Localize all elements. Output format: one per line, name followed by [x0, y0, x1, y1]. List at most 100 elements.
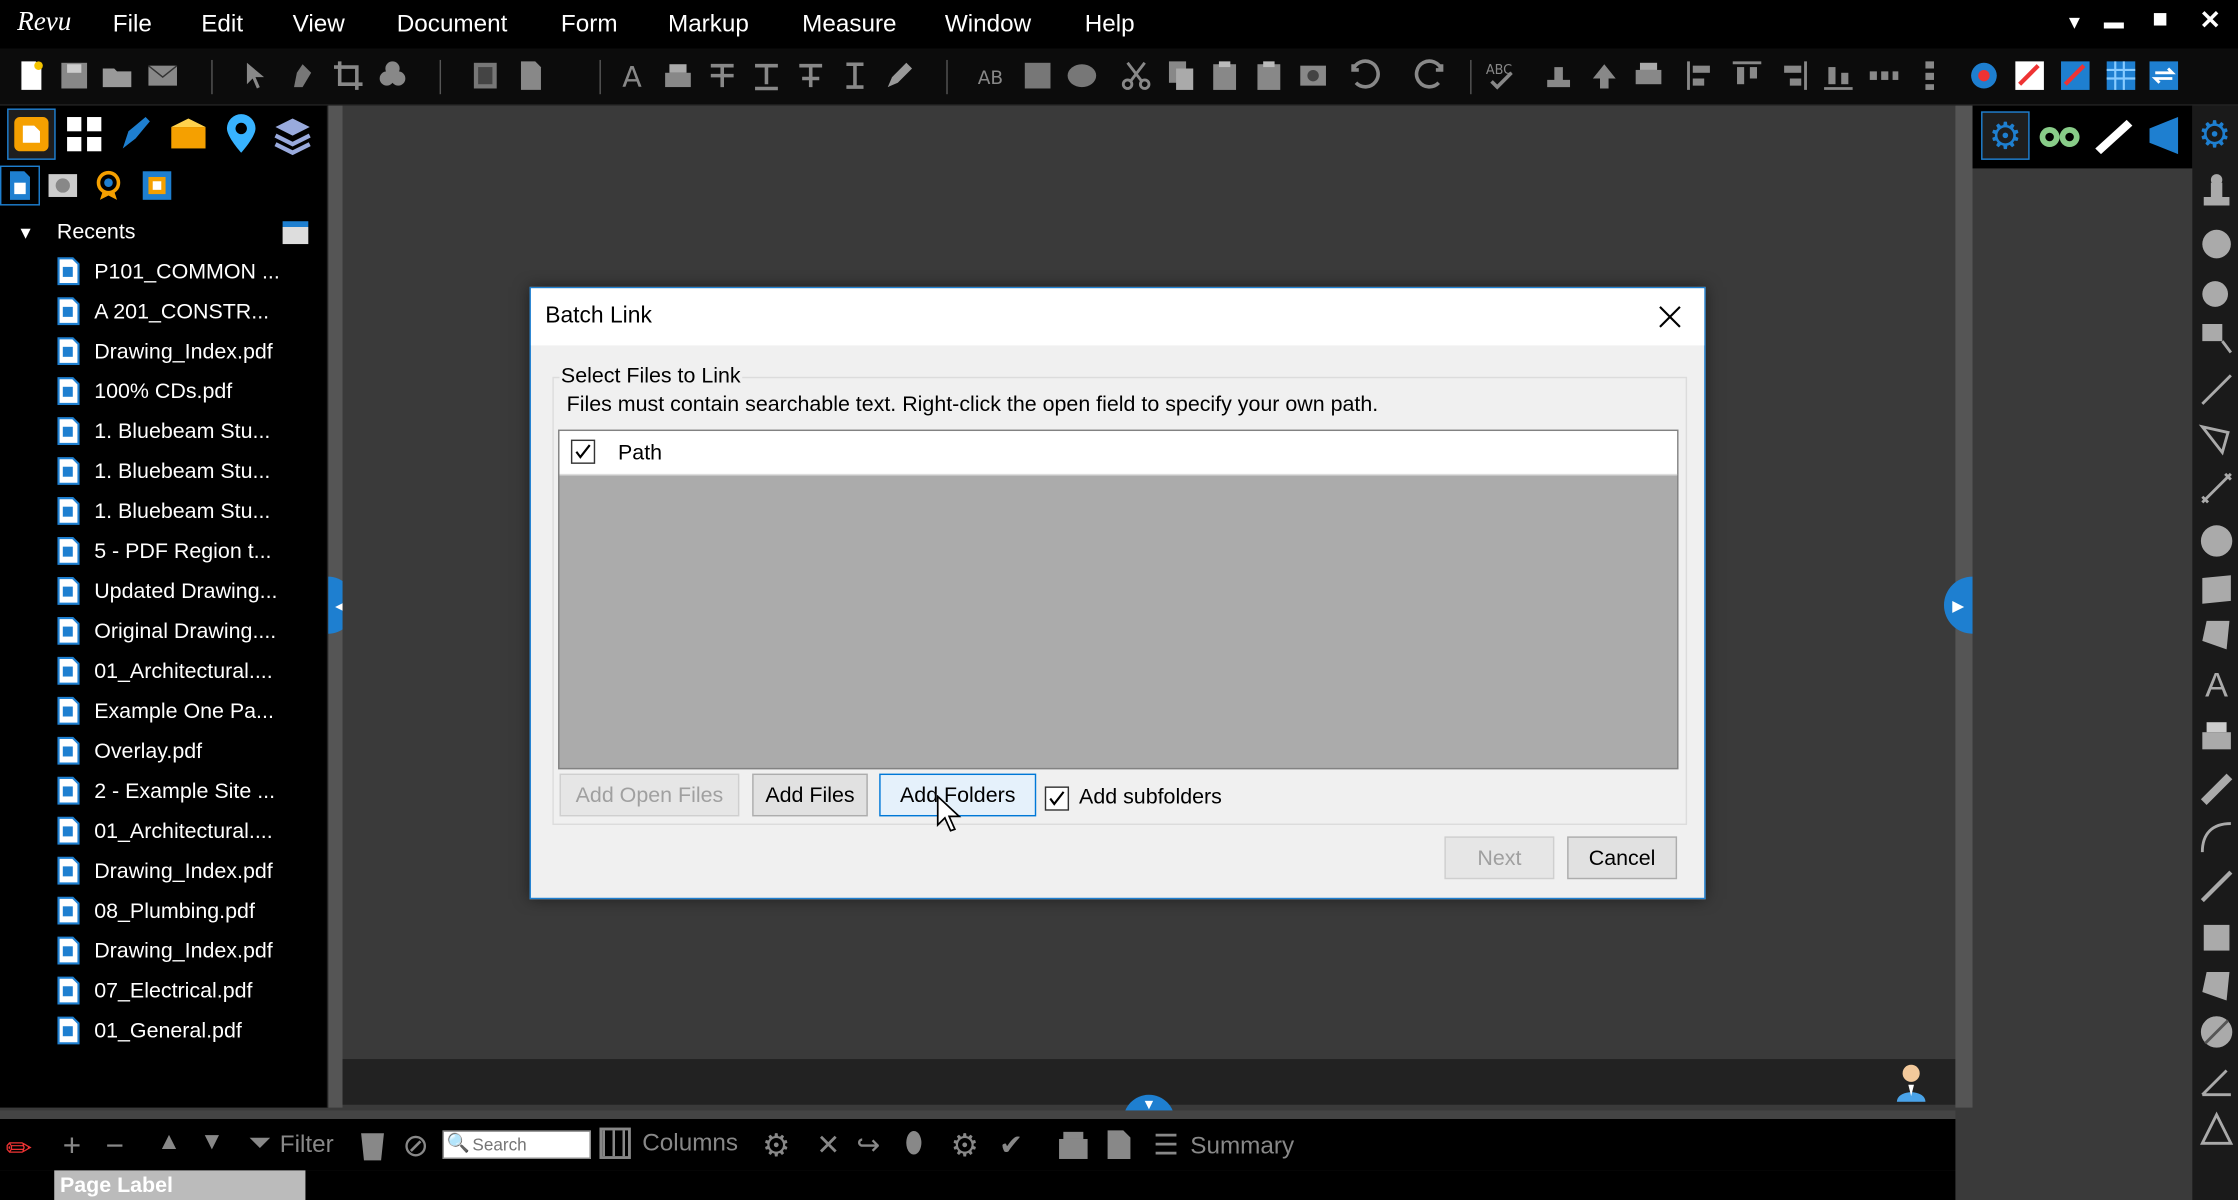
close-markup-icon[interactable]: ✕ — [816, 1128, 840, 1164]
text-strikeout-icon[interactable] — [705, 57, 739, 94]
recent-file-item[interactable]: 5 - PDF Region t... — [57, 531, 271, 571]
recent-file-item[interactable]: Drawing_Index.pdf — [57, 331, 273, 371]
markup-settings-icon[interactable]: ⚙ — [762, 1128, 790, 1165]
next-button[interactable]: Next — [1444, 836, 1555, 880]
distribute-vertical-icon[interactable] — [1913, 57, 1947, 94]
properties-tab[interactable] — [164, 108, 213, 159]
cancel-button[interactable]: Cancel — [1567, 836, 1678, 880]
summary-button[interactable]: ☰ Summary — [1153, 1128, 1294, 1164]
text-underline-icon[interactable] — [749, 57, 783, 94]
pen-icon[interactable] — [882, 57, 916, 94]
align-left-icon[interactable] — [1684, 57, 1718, 94]
diameter-measure-icon[interactable] — [2198, 1013, 2235, 1050]
reply-icon[interactable]: ↪ — [856, 1128, 880, 1164]
ellipse-icon[interactable] — [2198, 522, 2235, 559]
status-icon[interactable]: ⬮ — [905, 1128, 923, 1161]
save-icon[interactable] — [57, 57, 91, 94]
page-layout-icon[interactable] — [468, 57, 502, 94]
cut-icon[interactable] — [1119, 57, 1153, 94]
settings-gear-icon[interactable]: ⚙ — [1981, 111, 2030, 160]
callout-icon[interactable] — [2198, 320, 2235, 357]
recent-file-item[interactable]: 1. Bluebeam Stu... — [57, 411, 270, 451]
rectangle-icon[interactable] — [2198, 571, 2235, 608]
trash-icon[interactable] — [357, 1128, 388, 1162]
close-window-button[interactable]: ✕ — [2199, 6, 2221, 36]
studio-icon[interactable] — [2144, 114, 2187, 157]
sync-icon[interactable] — [2147, 57, 2181, 94]
ocr-icon[interactable]: AB — [976, 57, 1010, 94]
menu-document[interactable]: Document — [397, 10, 508, 39]
checkmark-icon[interactable]: ✔ — [999, 1128, 1023, 1164]
redact-icon[interactable] — [1065, 57, 1099, 94]
line-icon[interactable] — [2198, 371, 2235, 408]
recent-file-item[interactable]: Original Drawing.... — [57, 611, 276, 651]
email-icon[interactable] — [146, 57, 180, 94]
menu-view[interactable]: View — [293, 10, 345, 39]
move-up-icon[interactable]: ▲ — [157, 1128, 181, 1157]
text-insert-icon[interactable] — [838, 57, 872, 94]
cloud-icon[interactable] — [2198, 226, 2235, 263]
page-label-column-header[interactable]: Page Label — [54, 1170, 306, 1200]
snap-to-markup-icon[interactable] — [2058, 57, 2092, 94]
file-path-list[interactable]: Path — [558, 429, 1679, 770]
collapse-triangle-icon[interactable]: ▼ — [17, 222, 34, 242]
text-tool-icon[interactable]: A — [617, 57, 651, 94]
import-markups-icon[interactable] — [1056, 1128, 1090, 1162]
select-tool-icon[interactable] — [240, 57, 274, 94]
layers-tab[interactable] — [268, 108, 317, 159]
recent-file-item[interactable]: Updated Drawing... — [57, 571, 277, 611]
area-measure-icon[interactable] — [2198, 919, 2235, 956]
stamp-tool-icon[interactable] — [1541, 57, 1575, 94]
file-access-tab[interactable] — [7, 108, 56, 160]
clear-filter-icon[interactable]: ⊘ — [402, 1128, 428, 1165]
paste-icon[interactable] — [1207, 57, 1241, 94]
restore-button[interactable]: ■ — [2152, 4, 2168, 34]
menu-file[interactable]: File — [113, 10, 152, 39]
text-replace-icon[interactable] — [794, 57, 828, 94]
export-icon[interactable] — [1587, 57, 1621, 94]
stamp-icon[interactable] — [2198, 171, 2235, 208]
export-markups-icon[interactable] — [1102, 1128, 1136, 1162]
crop-icon[interactable] — [331, 57, 365, 94]
options-dropdown-icon[interactable]: ▼ — [2065, 11, 2083, 32]
recent-file-item[interactable]: A 201_CONSTR... — [57, 291, 269, 331]
align-bottom-icon[interactable] — [1821, 57, 1855, 94]
text-box-icon[interactable]: A — [2198, 667, 2235, 705]
add-open-files-button[interactable]: Add Open Files — [559, 773, 740, 817]
undo-icon[interactable] — [1347, 57, 1381, 94]
filter-button[interactable]: ⏷ Filter — [248, 1128, 333, 1161]
volume-measure-icon[interactable] — [2198, 1110, 2235, 1147]
dimension-icon[interactable] — [2198, 470, 2235, 507]
print-icon[interactable] — [1631, 57, 1665, 94]
markup-properties-gear-icon[interactable]: ⚙ — [951, 1128, 979, 1165]
pan-tool-icon[interactable] — [285, 57, 319, 94]
new-file-icon[interactable] — [14, 57, 48, 94]
recent-file-item[interactable]: 1. Bluebeam Stu... — [57, 451, 270, 491]
open-folder-icon[interactable] — [100, 57, 134, 94]
search-binoculars-icon[interactable] — [2038, 117, 2081, 154]
minimize-button[interactable]: ▬ — [2104, 10, 2124, 33]
typewriter-tool-icon[interactable] — [2198, 717, 2235, 754]
recents-header[interactable]: ▼ Recents — [17, 220, 317, 244]
ruler-tool-icon[interactable] — [2198, 771, 2235, 808]
show-grid-icon[interactable] — [2104, 57, 2138, 94]
typewriter-icon[interactable] — [661, 57, 695, 94]
angle-measure-icon[interactable] — [2198, 1062, 2235, 1099]
menu-form[interactable]: Form — [561, 10, 618, 39]
recent-file-item[interactable]: Drawing_Index.pdf — [57, 931, 273, 971]
menu-help[interactable]: Help — [1085, 10, 1135, 39]
recent-file-item[interactable]: 01_Architectural.... — [57, 811, 273, 851]
favorites-subtab[interactable] — [88, 166, 128, 206]
local-drives-subtab[interactable] — [43, 166, 83, 206]
menu-markup[interactable]: Markup — [668, 10, 749, 39]
thumbnails-tab[interactable] — [60, 108, 109, 159]
recent-file-item[interactable]: 01_General.pdf — [57, 1011, 242, 1051]
recent-file-item[interactable]: 08_Plumbing.pdf — [57, 891, 255, 931]
left-panel-splitter[interactable]: ◀ — [328, 105, 354, 1108]
add-files-button[interactable]: Add Files — [752, 773, 868, 817]
menu-measure[interactable]: Measure — [802, 10, 896, 39]
recent-file-item[interactable]: 1. Bluebeam Stu... — [57, 491, 270, 531]
columns-button[interactable]: Columns — [599, 1127, 738, 1159]
app-logo[interactable]: Revu — [17, 7, 71, 38]
dialog-close-icon[interactable] — [1650, 297, 1690, 337]
